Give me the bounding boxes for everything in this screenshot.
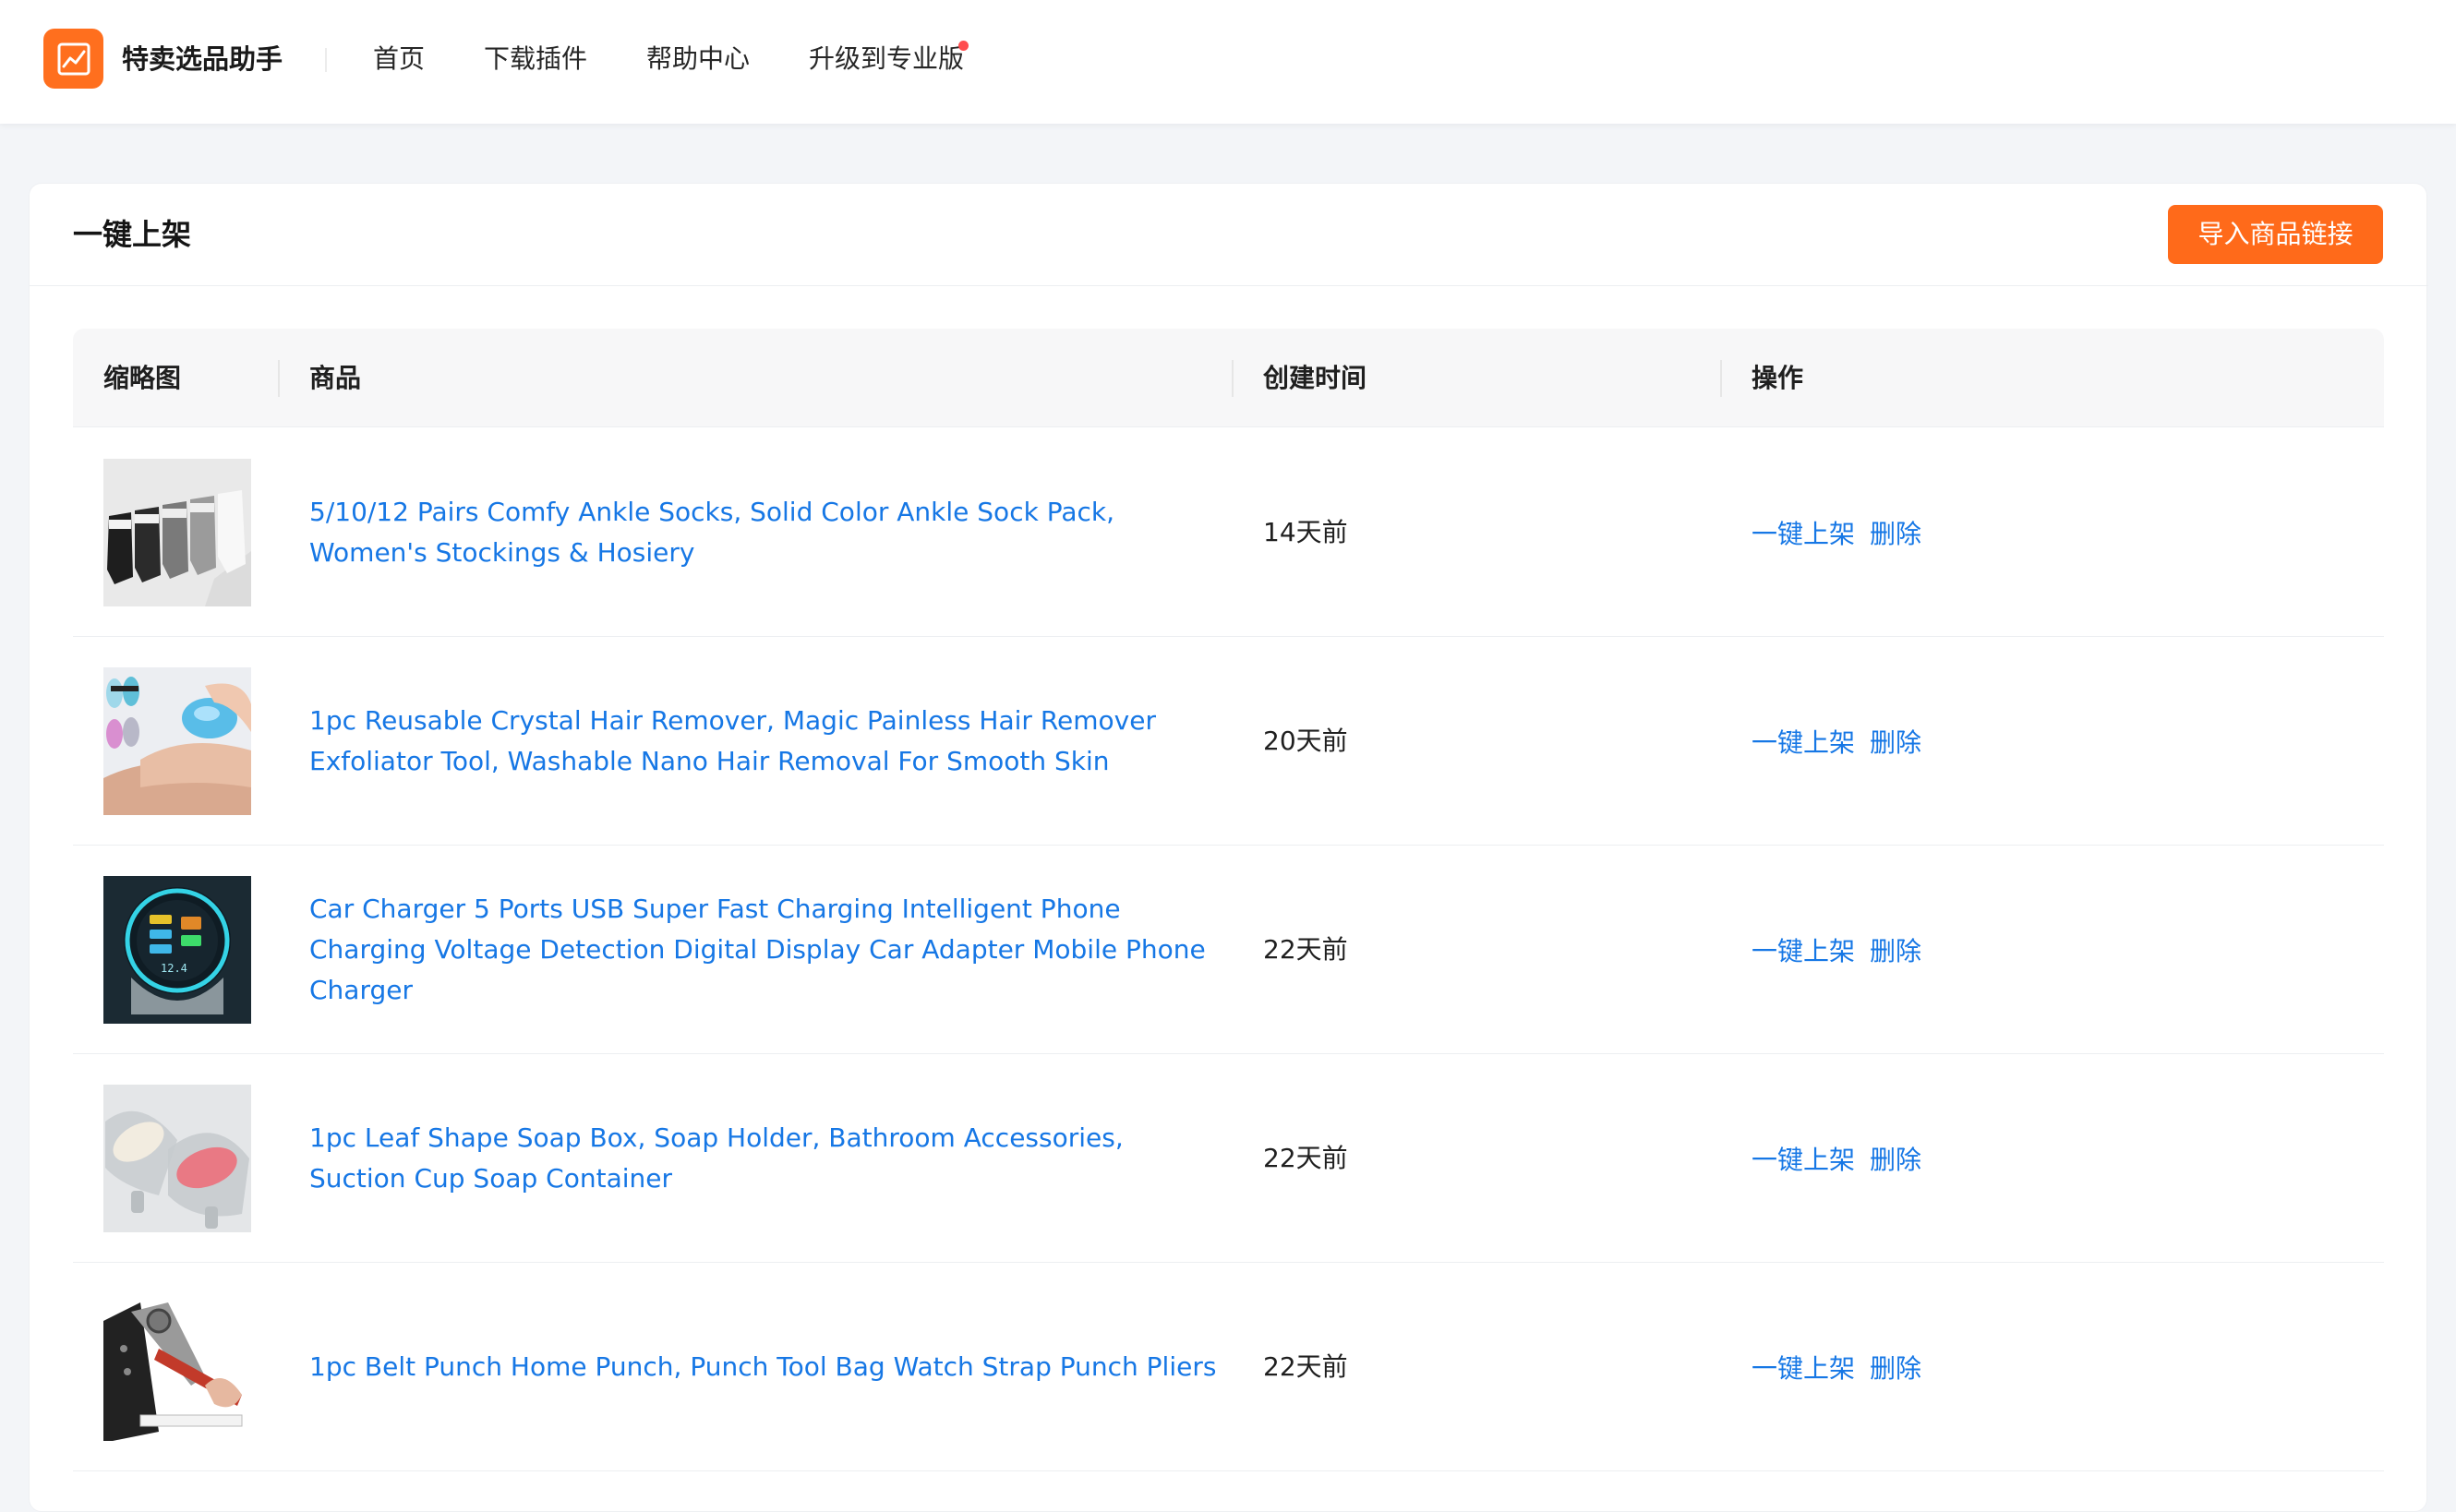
delete-button[interactable]: 删除 — [1870, 1349, 1921, 1386]
car-charger-image[interactable]: 12.4 — [103, 876, 251, 1024]
nav-divider — [325, 48, 327, 72]
one-click-listing-card: 一键上架 导入商品链接 缩略图 商品 创建时间 操作 5/10/12 Pairs… — [29, 183, 2428, 1512]
created-time: 14天前 — [1263, 517, 1348, 547]
import-product-link-button[interactable]: 导入商品链接 — [2168, 205, 2383, 264]
hair-remover-image[interactable] — [103, 667, 251, 815]
brand-name[interactable]: 特卖选品助手 — [122, 41, 283, 78]
product-title-link[interactable]: 1pc Reusable Crystal Hair Remover, Magic… — [309, 701, 1223, 782]
row-actions: 一键上架 删除 — [1752, 637, 1921, 846]
nav-item-help-center[interactable]: 帮助中心 — [646, 41, 750, 78]
delete-button[interactable]: 删除 — [1870, 931, 1921, 968]
delete-button[interactable]: 删除 — [1870, 514, 1921, 551]
table-row: 12.4 Car Charger 5 Ports USB Super Fast … — [73, 846, 2384, 1054]
table-header: 缩略图 商品 创建时间 操作 — [73, 329, 2384, 427]
nav-item-download-plugin[interactable]: 下载插件 — [484, 41, 587, 78]
belt-punch-image[interactable] — [103, 1293, 251, 1441]
trend-chart-icon[interactable] — [43, 29, 103, 89]
product-title-cell: 1pc Reusable Crystal Hair Remover, Magic… — [309, 637, 1233, 846]
one-click-publish-button[interactable]: 一键上架 — [1752, 514, 1855, 551]
svg-text:12.4: 12.4 — [161, 962, 187, 975]
table-row: 1pc Reusable Crystal Hair Remover, Magic… — [73, 637, 2384, 846]
socks-image[interactable] — [103, 459, 251, 606]
notification-dot — [958, 41, 969, 51]
page-title: 一键上架 — [73, 217, 192, 252]
created-time: 22天前 — [1263, 934, 1348, 965]
product-title-link[interactable]: 1pc Leaf Shape Soap Box, Soap Holder, Ba… — [309, 1118, 1223, 1199]
product-title-cell: 1pc Leaf Shape Soap Box, Soap Holder, Ba… — [309, 1054, 1233, 1263]
nav-item-home[interactable]: 首页 — [373, 41, 425, 78]
created-time: 22天前 — [1263, 1351, 1348, 1382]
column-header-actions: 操作 — [1752, 363, 1804, 393]
one-click-publish-button[interactable]: 一键上架 — [1752, 1140, 1855, 1177]
column-header-product: 商品 — [309, 363, 362, 393]
created-time: 20天前 — [1263, 726, 1348, 756]
table-row: 1pc Leaf Shape Soap Box, Soap Holder, Ba… — [73, 1054, 2384, 1263]
delete-button[interactable]: 删除 — [1870, 1140, 1921, 1177]
one-click-publish-button[interactable]: 一键上架 — [1752, 723, 1855, 760]
column-header-created-time: 创建时间 — [1263, 363, 1367, 393]
table-row: 1pc Belt Punch Home Punch, Punch Tool Ba… — [73, 1263, 2384, 1471]
product-title-cell: 5/10/12 Pairs Comfy Ankle Socks, Solid C… — [309, 428, 1233, 637]
nav-item-upgrade-pro[interactable]: 升级到专业版 — [809, 41, 964, 78]
row-actions: 一键上架 删除 — [1752, 428, 1921, 637]
column-separator — [1232, 360, 1234, 397]
created-time: 22天前 — [1263, 1143, 1348, 1173]
card-divider — [30, 285, 2428, 286]
product-title-cell: Car Charger 5 Ports USB Super Fast Charg… — [309, 846, 1233, 1054]
product-title-link[interactable]: 5/10/12 Pairs Comfy Ankle Socks, Solid C… — [309, 492, 1223, 573]
column-header-thumbnail: 缩略图 — [103, 363, 182, 393]
row-actions: 一键上架 删除 — [1752, 1263, 1921, 1471]
table-row: 5/10/12 Pairs Comfy Ankle Socks, Solid C… — [73, 428, 2384, 637]
one-click-publish-button[interactable]: 一键上架 — [1752, 1349, 1855, 1386]
product-title-link[interactable]: 1pc Belt Punch Home Punch, Punch Tool Ba… — [309, 1347, 1223, 1387]
one-click-publish-button[interactable]: 一键上架 — [1752, 931, 1855, 968]
column-separator — [1720, 360, 1722, 397]
table-body: 5/10/12 Pairs Comfy Ankle Socks, Solid C… — [73, 428, 2384, 1471]
delete-button[interactable]: 删除 — [1870, 723, 1921, 760]
top-navigation-bar: 特卖选品助手 首页 下载插件 帮助中心 升级到专业版 — [0, 0, 2456, 124]
product-title-link[interactable]: Car Charger 5 Ports USB Super Fast Charg… — [309, 889, 1223, 1011]
product-title-cell: 1pc Belt Punch Home Punch, Punch Tool Ba… — [309, 1263, 1233, 1471]
soap-box-image[interactable] — [103, 1085, 251, 1232]
row-actions: 一键上架 删除 — [1752, 846, 1921, 1054]
column-separator — [278, 360, 280, 397]
row-actions: 一键上架 删除 — [1752, 1054, 1921, 1263]
